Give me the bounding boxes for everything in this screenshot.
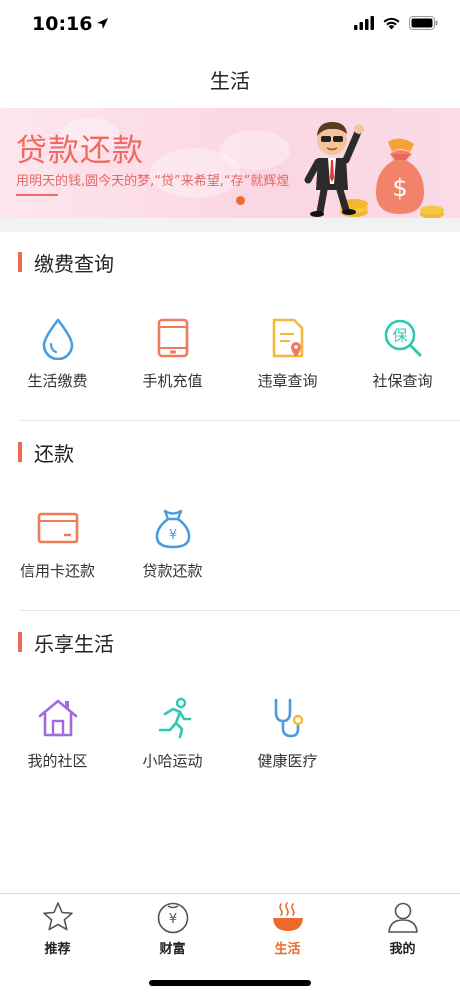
wifi-icon <box>383 17 400 30</box>
tile-label: 社保查询 <box>372 372 433 390</box>
businessman-money-bag-illustration: $ <box>304 122 444 218</box>
tab-life[interactable]: 生活 <box>230 900 345 960</box>
tile-label: 小哈运动 <box>142 752 203 770</box>
battery-icon <box>409 16 438 30</box>
tab-recommend[interactable]: 推荐 <box>0 900 115 960</box>
tile-credit-card-repay[interactable]: 信用卡还款 <box>0 498 115 588</box>
yuan-glyph: ¥ <box>168 528 176 543</box>
tile-social-security-query[interactable]: 保 社保查询 <box>345 308 460 398</box>
tile-mobile-topup[interactable]: 手机充值 <box>115 308 230 398</box>
stethoscope-icon <box>274 698 303 738</box>
section-title: 乐享生活 <box>34 631 114 656</box>
tab-label: 生活 <box>274 942 301 957</box>
running-person-icon <box>158 697 191 739</box>
payment-grid: 生活缴费 手机充值 违章查询 保 社保查询 <box>0 308 460 398</box>
tile-loan-repay[interactable]: ¥ 贷款还款 <box>115 498 230 588</box>
tile-label: 健康医疗 <box>257 752 318 770</box>
tab-wealth[interactable]: ¥ 财富 <box>115 900 230 960</box>
signal-icon <box>354 16 374 30</box>
status-indicators <box>354 16 438 30</box>
tile-label: 手机充值 <box>142 372 203 390</box>
tile-life-payment[interactable]: 生活缴费 <box>0 308 115 398</box>
banner-title: 贷款还款 <box>16 133 144 169</box>
tile-label: 违章查询 <box>257 372 318 390</box>
tile-my-community[interactable]: 我的社区 <box>0 688 115 778</box>
tile-violation-query[interactable]: 违章查询 <box>230 308 345 398</box>
section-title: 缴费查询 <box>34 251 114 276</box>
tab-mine[interactable]: 我的 <box>345 900 460 960</box>
repayment-grid: 信用卡还款 ¥ 贷款还款 <box>0 498 460 588</box>
status-time: 10:16 <box>32 13 109 35</box>
banner-page-indicator[interactable] <box>236 196 245 205</box>
banner-underline <box>16 194 58 196</box>
banner-subtitle: 用明天的钱,圆今天的梦,“贷”来希望,“存”就辉煌 <box>16 174 290 189</box>
tile-label: 信用卡还款 <box>19 562 95 580</box>
tile-health-medical[interactable]: 健康医疗 <box>230 688 345 778</box>
section-divider <box>20 420 460 421</box>
enjoy-life-grid: 我的社区 小哈运动 健康医疗 <box>0 688 460 778</box>
tile-label: 生活缴费 <box>27 372 88 390</box>
document-pin-icon <box>272 318 303 358</box>
tile-label: 我的社区 <box>27 752 88 770</box>
person-icon <box>387 902 418 933</box>
tab-label: 我的 <box>389 942 416 957</box>
hot-bowl-icon <box>272 902 303 931</box>
clock-text: 10:16 <box>32 13 93 35</box>
credit-card-icon <box>37 512 78 544</box>
navigation-bar: 生活 <box>0 50 460 108</box>
wealth-bag-icon: ¥ <box>157 902 188 934</box>
social-security-search-icon: 保 <box>384 319 421 357</box>
section-accent-bar <box>18 632 22 652</box>
section-header-enjoy-life: 乐享生活 <box>0 627 460 657</box>
money-bag-icon: ¥ <box>155 509 190 549</box>
section-divider <box>20 610 460 611</box>
section-title: 还款 <box>34 441 74 466</box>
loan-banner[interactable]: 贷款还款 用明天的钱,圆今天的梦,“贷”来希望,“存”就辉煌 $ <box>0 108 460 218</box>
banner-pager-strip <box>0 218 460 232</box>
yuan-glyph: ¥ <box>168 912 176 927</box>
svg-text:$: $ <box>392 174 407 202</box>
house-icon <box>38 699 77 737</box>
tab-label: 财富 <box>159 942 186 957</box>
section-accent-bar <box>18 252 22 272</box>
tile-xiaoha-sports[interactable]: 小哈运动 <box>115 688 230 778</box>
star-icon <box>42 902 73 931</box>
status-bar: 10:16 <box>0 0 460 50</box>
section-header-payment: 缴费查询 <box>0 247 460 277</box>
location-arrow-icon <box>96 13 109 35</box>
tab-label: 推荐 <box>44 942 71 957</box>
social-security-glyph: 保 <box>392 327 407 345</box>
tablet-icon <box>157 318 188 358</box>
page-title: 生活 <box>210 68 250 93</box>
home-indicator[interactable] <box>149 980 311 986</box>
water-drop-icon <box>42 318 73 360</box>
section-header-repayment: 还款 <box>0 437 460 467</box>
section-accent-bar <box>18 442 22 462</box>
tile-label: 贷款还款 <box>142 562 203 580</box>
